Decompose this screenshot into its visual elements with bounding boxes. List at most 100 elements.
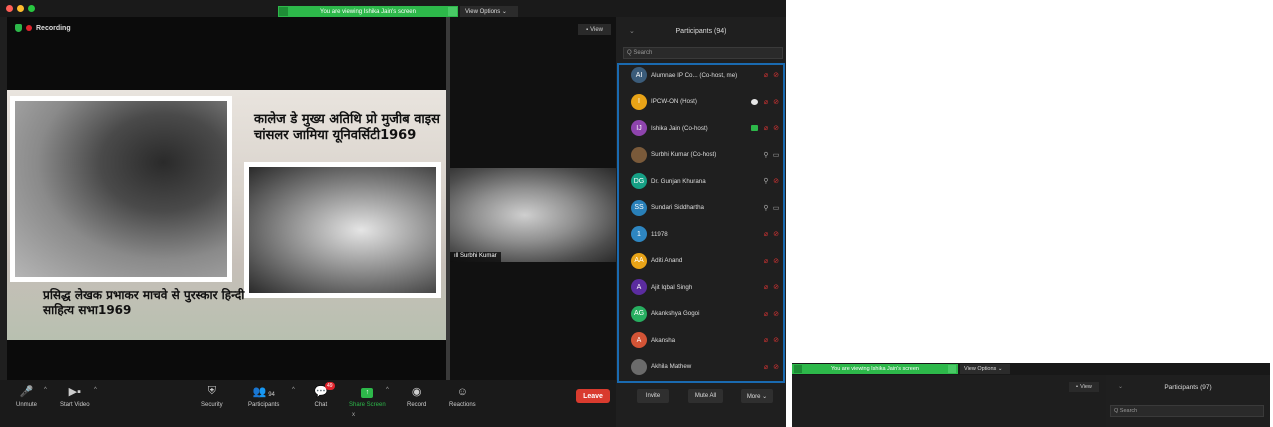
participant-name: Alumnae IP Co... (Co-host, me) — [651, 71, 738, 79]
participant-name: Ajit Iqbal Singh — [651, 283, 693, 291]
participant-row[interactable]: AG Akankshya Gogoi ⌀ ⊘ — [631, 304, 781, 324]
security-button[interactable]: ⛨ Security — [201, 383, 223, 408]
camera-off-icon[interactable]: ⊘ — [771, 124, 781, 132]
participant-row[interactable]: SS Sundari Siddhartha ⚲ ▭ — [631, 198, 781, 218]
mic-muted-icon[interactable]: ⌀ — [761, 71, 771, 79]
participant-name: Aditi Anand — [651, 257, 683, 264]
mic-icon[interactable]: ⚲ — [761, 177, 771, 185]
participants-button[interactable]: 👥 94 Participants — [248, 383, 279, 408]
more-button[interactable]: More ⌄ — [741, 389, 773, 403]
participants-options-caret[interactable]: ^ — [292, 387, 295, 393]
view-options-button[interactable]: View Options ⌄ — [460, 6, 518, 17]
slide-caption-top: कालेज डे मुख्य अतिथि प्रो मुजीब वाइस चां… — [254, 112, 440, 143]
second-view-button[interactable]: ▪ View — [1069, 382, 1099, 392]
avatar: DG — [631, 173, 647, 189]
mic-muted-icon[interactable]: ⌀ — [761, 124, 771, 132]
avatar: AI — [631, 67, 647, 83]
mic-muted-icon: 🎤 — [19, 386, 34, 398]
second-view-options-button[interactable]: View Options ⌄ — [960, 364, 1010, 374]
camera-off-icon: ▶▪ — [68, 386, 81, 398]
record-icon: ◉ — [411, 386, 422, 398]
maximize-window-icon[interactable] — [28, 5, 35, 12]
camera-off-icon[interactable]: ⊘ — [771, 98, 781, 106]
reaction-smiley-icon: ☺ — [456, 386, 468, 398]
record-button[interactable]: ◉ Record — [407, 383, 426, 408]
mic-icon[interactable]: ⚲ — [761, 151, 771, 159]
participant-row[interactable]: IJ Ishika Jain (Co-host) ⌀ ⊘ — [631, 118, 781, 138]
avatar: 1 — [631, 226, 647, 242]
camera-off-icon[interactable]: ⊘ — [771, 257, 781, 265]
shield-icon — [15, 24, 22, 32]
mic-muted-icon[interactable]: ⌀ — [761, 310, 771, 318]
camera-icon[interactable]: ▭ — [771, 204, 781, 212]
minimize-window-icon[interactable] — [17, 5, 24, 12]
banner-stop-icon[interactable] — [948, 365, 956, 373]
avatar: AG — [631, 305, 647, 322]
recording-dot-icon — [26, 25, 32, 31]
avatar: IJ — [631, 120, 647, 136]
participant-video-tile[interactable] — [450, 168, 616, 262]
mic-icon[interactable]: ⚲ — [761, 204, 771, 212]
second-participants-search-input[interactable]: Q Search — [1110, 405, 1264, 417]
participant-row[interactable]: 1 11978 ⌀ ⊘ — [631, 224, 781, 244]
mic-muted-icon[interactable]: ⌀ — [761, 257, 771, 265]
camera-off-icon[interactable]: ⊘ — [771, 230, 781, 238]
slide-caption-bottom: प्रसिद्ध लेखक प्रभाकर माचवे से पुरस्कार … — [43, 288, 245, 317]
participant-row[interactable]: I IPCW-ON (Host) ⌀ ⊘ — [631, 92, 781, 112]
camera-off-icon[interactable]: ⊘ — [771, 310, 781, 318]
avatar: A — [631, 332, 647, 348]
share-screen-button[interactable]: ↑ Share Screen — [349, 383, 386, 408]
mic-muted-icon[interactable]: ⌀ — [761, 98, 771, 106]
mic-muted-icon[interactable]: ⌀ — [761, 230, 771, 238]
participant-row[interactable]: DG Dr. Gunjan Khurana ⚲ ⊘ — [631, 171, 781, 191]
camera-off-icon[interactable]: ⊘ — [771, 283, 781, 291]
invite-button[interactable]: Invite — [637, 389, 669, 403]
participant-name: Akhila Mathew — [651, 363, 692, 370]
camera-off-icon[interactable]: ⊘ — [771, 336, 781, 344]
participant-name: 11978 — [651, 230, 668, 238]
close-window-icon[interactable] — [6, 5, 13, 12]
participant-name: Dr. Gunjan Khurana — [651, 177, 706, 185]
participant-row[interactable]: A Ajit Iqbal Singh ⌀ ⊘ — [631, 277, 781, 297]
screen-share-status-icon — [751, 125, 758, 131]
share-options-caret[interactable]: ^ — [386, 387, 389, 393]
recording-indicator: Recording — [15, 24, 71, 32]
view-label: View — [590, 26, 604, 33]
camera-off-icon[interactable]: ⊘ — [771, 177, 781, 185]
audio-options-caret[interactable]: ^ — [44, 387, 47, 393]
camera-off-icon[interactable]: ⊘ — [771, 363, 781, 371]
participant-row[interactable]: AA Aditi Anand ⌀ ⊘ — [631, 251, 781, 271]
participant-row[interactable]: Surbhi Kumar (Co-host) ⚲ ▭ — [631, 145, 781, 165]
second-viewing-banner-text: You are viewing Ishika Jain's screen — [831, 366, 919, 372]
reactions-button[interactable]: ☺ Reactions — [449, 383, 476, 408]
unmute-button[interactable]: 🎤 Unmute — [16, 383, 37, 408]
participants-search-input[interactable]: Q Search — [623, 47, 783, 59]
mic-muted-icon[interactable]: ⌀ — [761, 283, 771, 291]
info-status-icon — [751, 98, 758, 105]
view-icon: ▪ — [1076, 384, 1079, 390]
archive-photo-left — [10, 96, 232, 282]
mic-muted-icon[interactable]: ⌀ — [761, 363, 771, 371]
leave-button[interactable]: Leave — [576, 389, 610, 403]
camera-icon[interactable]: ▭ — [771, 151, 781, 159]
participant-row[interactable]: Akhila Mathew ⌀ ⊘ — [631, 357, 781, 377]
second-view-label: View — [1080, 384, 1092, 390]
participant-name: Ishika Jain (Co-host) — [651, 124, 708, 132]
meeting-toolbar — [0, 380, 616, 427]
banner-stop-icon[interactable] — [448, 7, 457, 16]
participant-row[interactable]: AI Alumnae IP Co... (Co-host, me) ⌀ ⊘ — [631, 65, 781, 85]
close-x-icon[interactable]: x — [352, 412, 355, 418]
participant-row[interactable]: A Akansha ⌀ ⊘ — [631, 330, 781, 350]
view-button[interactable]: ▪ View — [578, 24, 611, 35]
recording-label: Recording — [36, 24, 71, 32]
mute-all-button[interactable]: Mute All — [688, 389, 723, 403]
mic-muted-icon[interactable]: ⌀ — [761, 336, 771, 344]
start-video-button[interactable]: ▶▪ Start Video — [60, 383, 90, 408]
video-options-caret[interactable]: ^ — [94, 387, 97, 393]
people-icon: 👥 94 — [252, 386, 275, 398]
screen-share-icon — [279, 7, 288, 16]
camera-off-icon[interactable]: ⊘ — [771, 71, 781, 79]
screen-share-icon — [794, 365, 802, 373]
second-viewing-banner: You are viewing Ishika Jain's screen — [792, 364, 958, 374]
second-participants-title: Participants (97) — [1164, 383, 1212, 391]
